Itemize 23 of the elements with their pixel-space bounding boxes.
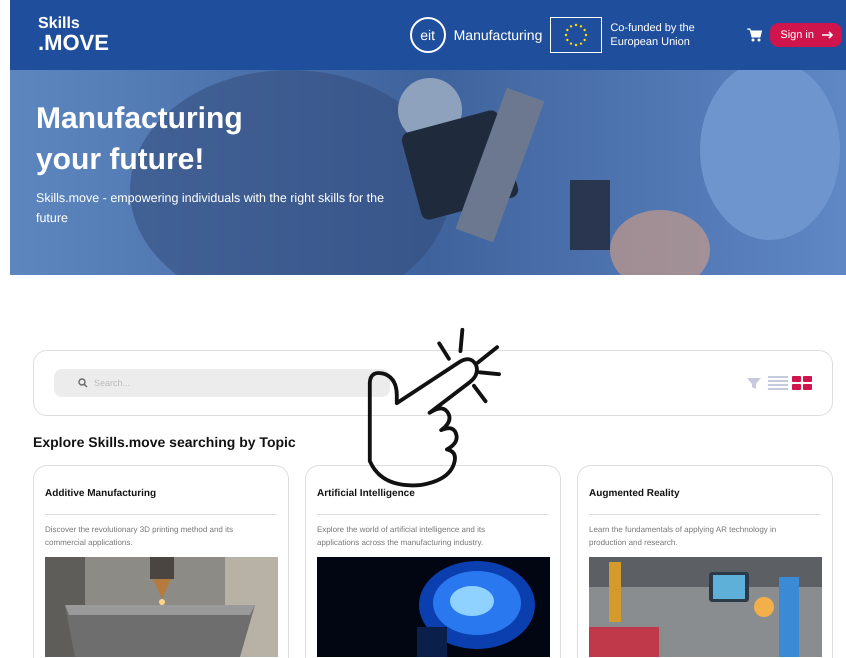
partner-name: Manufacturing [454,27,542,43]
grid-view-icon[interactable] [792,375,812,391]
eu-funding-text: Co-funded by the European Union [610,20,696,50]
eit-logo: eit [410,17,446,53]
topic-description: Discover the revolutionary 3D printing method and its commercial applications. [45,524,234,549]
hero-title: Manufacturing your future! [36,101,244,178]
search-icon [78,378,88,388]
topic-card[interactable]: Artificial Intelligence Explore the world of artificial intelligence and its applications across the manufacturing industry. [305,465,561,658]
hero-subtitle: Skills.move - empowering individuals with the right skills for the future [36,190,386,227]
topic-title: Additive Manufacturing [45,488,277,515]
topic-card[interactable]: Augmented Reality Learn the fundamentals of applying AR technology in production and research. [577,465,833,658]
topic-description: Learn the fundamentals of applying AR technology in production and research. [589,524,778,549]
topic-title: Augmented Reality [589,488,821,515]
flag-icon [550,17,602,53]
cart-icon[interactable] [746,27,762,43]
logo-text: Skills [38,16,81,32]
section-title: Explore Skills.move searching by Topic [33,434,297,450]
topic-card[interactable]: Additive Manufacturing Discover the revolutionary 3D printing method and its commercial applications. [33,465,289,658]
topic-description: Explore the world of artificial intelligence and its applications across the manufacturing industry. [317,524,486,549]
logo-text: .MOVE [38,32,110,54]
topic-title: Artificial Intelligence [317,488,549,515]
sign-in-button[interactable]: Sign in [770,23,842,47]
arrow-icon [822,31,834,39]
